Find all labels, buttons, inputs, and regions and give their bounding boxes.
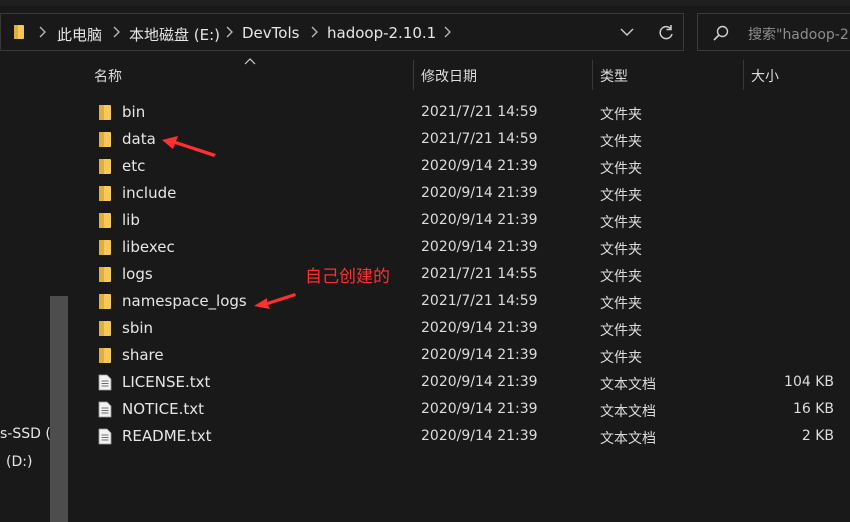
nav-item-drive-d[interactable]: (D:) [6,454,32,470]
nav-item-ssd[interactable]: s-SSD ( [0,426,51,442]
text-file-icon [98,374,112,391]
folder-icon [99,213,111,228]
window-top-strip [0,0,850,6]
file-date: 2021/7/21 14:59 [421,131,538,147]
search-icon [713,25,729,41]
file-name: libexec [122,238,175,256]
search-box[interactable]: 搜索"hadoop-2 [697,13,850,51]
folder-icon [99,132,111,147]
chevron-right-icon[interactable] [111,26,121,38]
file-type: 文本文档 [600,431,656,447]
file-date: 2020/9/14 21:39 [421,401,538,417]
file-name: NOTICE.txt [122,400,204,418]
file-row[interactable]: share 2020/9/14 21:39 文件夹 [68,342,850,369]
file-row[interactable]: libexec 2020/9/14 21:39 文件夹 [68,234,850,261]
sort-ascending-icon[interactable] [244,57,256,65]
file-row[interactable]: include 2020/9/14 21:39 文件夹 [68,180,850,207]
folder-icon [14,25,24,39]
search-input[interactable]: 搜索"hadoop-2 [748,24,849,44]
breadcrumb-item-drive-e[interactable]: 本地磁盘 (E:) [129,24,220,45]
address-bar[interactable]: 此电脑 本地磁盘 (E:) DevTols hadoop-2.10.1 [0,13,684,51]
file-name: namespace_logs [122,292,247,310]
file-date: 2021/7/21 14:59 [421,293,538,309]
file-name: share [122,346,164,364]
folder-icon [99,267,111,282]
file-name: sbin [122,319,154,337]
file-type: 文件夹 [600,269,642,285]
file-type: 文件夹 [600,323,642,339]
folder-icon [99,348,111,363]
file-name: lib [122,211,140,229]
annotation-label: 自己创建的 [305,267,390,287]
file-type: 文件夹 [600,188,642,204]
file-name: LICENSE.txt [122,373,211,391]
column-header: 名称 修改日期 类型 大小 [68,56,850,92]
file-size: 2 KB [801,428,834,444]
chevron-right-icon[interactable] [224,26,234,38]
file-row[interactable]: README.txt 2020/9/14 21:39 文本文档 2 KB [68,423,850,450]
file-name: bin [122,103,146,121]
chevron-right-icon[interactable] [309,26,319,38]
file-name: data [122,130,156,148]
file-name: README.txt [122,427,212,445]
file-row[interactable]: logs 2021/7/21 14:55 文件夹 [68,261,850,288]
file-date: 2020/9/14 21:39 [421,239,538,255]
file-name: logs [122,265,153,283]
breadcrumb-item-hadoop[interactable]: hadoop-2.10.1 [327,24,436,42]
folder-icon [99,321,111,336]
file-type: 文本文档 [600,404,656,420]
file-type: 文本文档 [600,377,656,393]
file-date: 2020/9/14 21:39 [421,158,538,174]
chevron-right-icon[interactable] [442,26,452,38]
text-file-icon [98,428,112,445]
folder-icon [99,105,111,120]
column-divider[interactable] [413,60,414,90]
file-type: 文件夹 [600,134,642,150]
annotation-arrow-icon [162,136,216,157]
annotation-arrow-icon [254,293,296,309]
file-type: 文件夹 [600,215,642,231]
file-type: 文件夹 [600,161,642,177]
file-name: include [122,184,177,202]
file-date: 2021/7/21 14:59 [421,104,538,120]
folder-icon [99,240,111,255]
file-size: 104 KB [784,374,834,390]
file-date: 2020/9/14 21:39 [421,347,538,363]
folder-icon [99,159,111,174]
breadcrumb-item-devtols[interactable]: DevTols [242,24,299,42]
column-header-name[interactable]: 名称 [94,66,122,86]
chevron-right-icon[interactable] [37,26,47,38]
navigation-pane[interactable]: s-SSD ( (D:) [0,56,68,522]
file-row[interactable]: lib 2020/9/14 21:39 文件夹 [68,207,850,234]
column-divider[interactable] [743,60,744,90]
column-header-type[interactable]: 类型 [600,66,628,86]
chevron-down-icon[interactable] [619,27,635,37]
column-header-size[interactable]: 大小 [751,66,779,86]
file-date: 2020/9/14 21:39 [421,320,538,336]
file-date: 2020/9/14 21:39 [421,185,538,201]
file-type: 文件夹 [600,296,642,312]
file-size: 16 KB [792,401,834,417]
breadcrumb-item-this-pc[interactable]: 此电脑 [57,24,102,45]
column-header-date[interactable]: 修改日期 [421,66,477,86]
refresh-icon[interactable] [657,24,675,42]
file-date: 2021/7/21 14:55 [421,266,538,282]
nav-pane-scrollbar[interactable] [50,296,68,522]
file-row[interactable]: sbin 2020/9/14 21:39 文件夹 [68,315,850,342]
file-type: 文件夹 [600,350,642,366]
file-date: 2020/9/14 21:39 [421,428,538,444]
text-file-icon [98,401,112,418]
file-row[interactable]: NOTICE.txt 2020/9/14 21:39 文本文档 16 KB [68,396,850,423]
file-row[interactable]: bin 2021/7/21 14:59 文件夹 [68,99,850,126]
folder-icon [99,186,111,201]
file-type: 文件夹 [600,107,642,123]
folder-icon [99,294,111,309]
column-divider[interactable] [592,60,593,90]
file-type: 文件夹 [600,242,642,258]
file-row[interactable]: namespace_logs 2021/7/21 14:59 文件夹 [68,288,850,315]
file-row[interactable]: LICENSE.txt 2020/9/14 21:39 文本文档 104 KB [68,369,850,396]
file-name: etc [122,157,146,175]
file-date: 2020/9/14 21:39 [421,212,538,228]
file-date: 2020/9/14 21:39 [421,374,538,390]
